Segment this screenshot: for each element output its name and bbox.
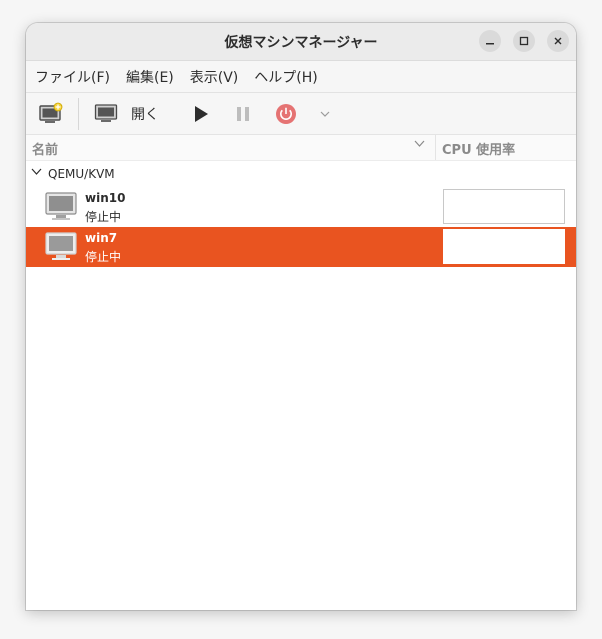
- minimize-button[interactable]: [479, 30, 501, 52]
- vm-monitor-icon: [45, 192, 77, 220]
- minimize-icon: [486, 43, 494, 45]
- monitor-icon: [94, 103, 118, 122]
- list-header: 名前 CPU 使用率: [26, 135, 576, 161]
- new-vm-button[interactable]: [34, 99, 68, 129]
- vm-monitor-icon: [45, 232, 77, 260]
- vm-row-win7[interactable]: win7 停止中: [26, 227, 576, 267]
- menu-help[interactable]: ヘルプ(H): [254, 67, 317, 87]
- shutdown-menu-button[interactable]: [315, 104, 335, 124]
- cpu-usage-graph: [443, 229, 565, 264]
- shutdown-button[interactable]: [273, 101, 299, 127]
- vm-row-win10[interactable]: win10 停止中: [26, 187, 576, 227]
- sort-chevron-icon[interactable]: [414, 140, 425, 148]
- close-icon: [554, 37, 562, 45]
- play-icon: [195, 106, 208, 122]
- power-icon: [276, 104, 296, 124]
- virt-manager-window: 仮想マシンマネージャー ファイル(F) 編集(E) 表示(V) ヘルプ(H) 開…: [26, 23, 576, 610]
- column-header-cpu[interactable]: CPU 使用率: [442, 139, 515, 158]
- vm-name: win7: [85, 231, 118, 245]
- close-button[interactable]: [547, 30, 569, 52]
- connection-label: QEMU/KVM: [48, 167, 115, 181]
- run-button[interactable]: [188, 101, 214, 127]
- maximize-icon: [519, 36, 529, 46]
- expander-chevron-icon[interactable]: [31, 168, 42, 176]
- pause-button[interactable]: [230, 101, 256, 127]
- column-header-name[interactable]: 名前: [32, 139, 58, 158]
- menu-bar: ファイル(F) 編集(E) 表示(V) ヘルプ(H): [26, 61, 576, 93]
- title-bar[interactable]: 仮想マシンマネージャー: [26, 23, 576, 61]
- toolbar: 開く: [26, 93, 576, 135]
- menu-edit[interactable]: 編集(E): [126, 67, 174, 87]
- vm-status: 停止中: [85, 210, 122, 224]
- open-button-label: 開く: [131, 106, 159, 123]
- maximize-button[interactable]: [513, 30, 535, 52]
- toolbar-separator: [78, 98, 79, 130]
- cpu-usage-graph: [443, 189, 565, 224]
- column-divider: [435, 135, 436, 160]
- menu-file[interactable]: ファイル(F): [35, 67, 110, 87]
- vm-status: 停止中: [85, 250, 122, 264]
- new-vm-icon: [39, 102, 63, 123]
- connection-row[interactable]: QEMU/KVM: [26, 161, 576, 187]
- menu-view[interactable]: 表示(V): [190, 67, 239, 87]
- chevron-down-icon: [320, 111, 330, 117]
- vm-name: win10: [85, 191, 126, 205]
- pause-icon: [237, 107, 249, 121]
- open-button[interactable]: 開く: [88, 98, 166, 129]
